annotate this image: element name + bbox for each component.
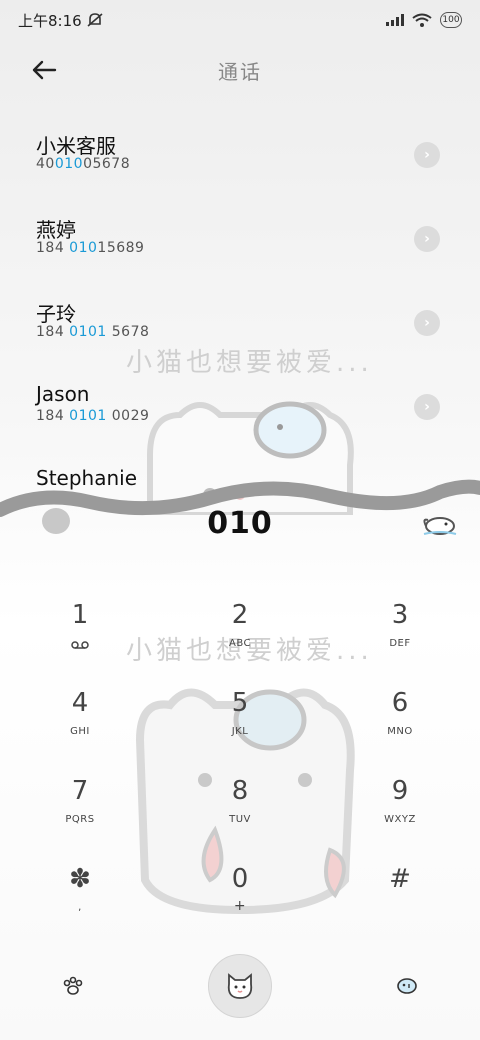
key-1[interactable]: 1: [0, 590, 160, 678]
key-hash[interactable]: #: [320, 854, 480, 942]
contact-number: 184 0101 0029: [36, 408, 150, 424]
contact-detail-button[interactable]: ›: [414, 310, 440, 336]
contact-detail-button[interactable]: ›: [414, 394, 440, 420]
paw-button[interactable]: [62, 976, 84, 1000]
dialed-number-display: 010: [207, 506, 273, 541]
contact-name: 小米客服: [36, 134, 116, 158]
contact-item[interactable]: Jason 184 0101 0029 ›: [0, 372, 480, 456]
header: 通话: [0, 46, 480, 94]
status-time: 上午8:16: [18, 11, 82, 30]
contact-detail-button[interactable]: ›: [414, 226, 440, 252]
chevron-right-icon: ›: [424, 147, 430, 163]
battery-level: 100: [442, 15, 460, 25]
contact-item[interactable]: 燕婷 184 01015689 ›: [0, 204, 480, 288]
signal-icon: [386, 14, 404, 26]
key-5[interactable]: 5 JKL: [160, 678, 320, 766]
battery-icon: 100: [440, 12, 462, 28]
key-star[interactable]: ✽ ,: [0, 854, 160, 942]
contact-number: 184 01015689: [36, 240, 145, 256]
watermark-text-top: 小猫也想要被爱...: [126, 348, 373, 378]
page-title: 通话: [218, 59, 262, 84]
fish-icon: [397, 978, 417, 994]
contact-item[interactable]: 小米客服 4001005678 ›: [0, 120, 480, 204]
bottom-action-bar: [0, 950, 480, 1030]
contact-results-list: 小米客服 4001005678 › 燕婷 184 01015689 › 子玲 1…: [0, 120, 480, 496]
key-3[interactable]: 3 DEF: [320, 590, 480, 678]
wifi-icon: [412, 13, 432, 27]
fish-button[interactable]: [396, 976, 418, 1000]
mute-icon: [87, 13, 103, 27]
contact-name: 燕婷: [36, 218, 76, 242]
chevron-right-icon: ›: [424, 231, 430, 247]
key-4[interactable]: 4 GHI: [0, 678, 160, 766]
contact-detail-button[interactable]: ›: [414, 142, 440, 168]
key-8[interactable]: 8 TUV: [160, 766, 320, 854]
contact-name: 子玲: [36, 302, 76, 326]
key-2[interactable]: 2 ABC: [160, 590, 320, 678]
key-0[interactable]: 0 +: [160, 854, 320, 942]
contact-number: 4001005678: [36, 156, 131, 172]
cat-call-icon: [227, 973, 253, 999]
voicemail-icon: [71, 641, 89, 649]
dial-keypad: 1 2 ABC 3 DEF 4 GHI 5 JKL 6 MNO 7 PQRS 8…: [0, 590, 480, 930]
key-6[interactable]: 6 MNO: [320, 678, 480, 766]
call-button[interactable]: [208, 954, 272, 1018]
chevron-right-icon: ›: [424, 399, 430, 415]
chevron-right-icon: ›: [424, 315, 430, 331]
contact-number: 184 0101 5678: [36, 324, 150, 340]
key-7[interactable]: 7 PQRS: [0, 766, 160, 854]
key-9[interactable]: 9 WXYZ: [320, 766, 480, 854]
paw-icon: [63, 976, 83, 995]
status-bar: 上午8:16 100: [0, 0, 480, 40]
